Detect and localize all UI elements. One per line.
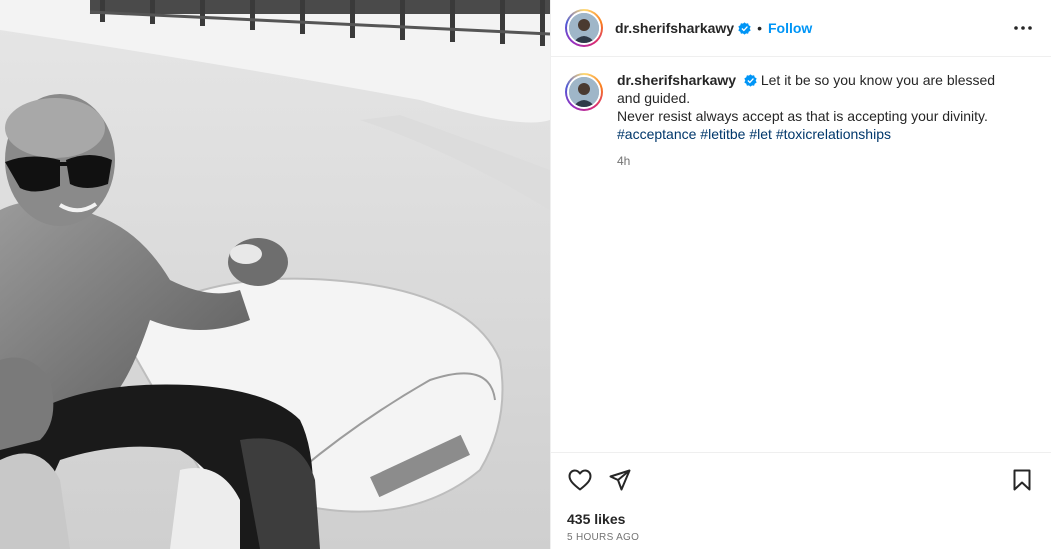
hashtag-link[interactable]: #toxicrelationships — [776, 126, 891, 142]
author-avatar[interactable] — [565, 9, 603, 47]
bookmark-icon[interactable] — [1009, 467, 1035, 493]
hashtag-link[interactable]: #letitbe — [700, 126, 745, 142]
follow-button[interactable]: Follow — [768, 20, 812, 36]
post-header: dr.sherifsharkawy • Follow — [551, 0, 1051, 57]
instagram-post-modal: dr.sherifsharkawy • Follow dr.sherifshar… — [0, 0, 1051, 549]
paper-plane-icon[interactable] — [607, 467, 633, 493]
caption-text-block: dr.sherifsharkawy Let it be so you know … — [617, 71, 1017, 170]
verified-badge-icon — [738, 21, 751, 35]
hashtag-link[interactable]: #let — [749, 126, 772, 142]
hashtag-link[interactable]: #acceptance — [617, 126, 696, 142]
post-photo[interactable] — [0, 0, 550, 549]
caption-hashtags: #acceptance #letitbe #let #toxicrelation… — [617, 125, 1017, 143]
likes-count[interactable]: 435 likes — [567, 511, 1035, 527]
avatar-image — [567, 11, 601, 45]
caption-author-avatar[interactable] — [565, 73, 603, 111]
caption-line-2: Never resist always accept as that is ac… — [617, 108, 988, 124]
caption-username[interactable]: dr.sherifsharkawy — [617, 72, 736, 88]
more-options-icon[interactable] — [1011, 16, 1035, 40]
post-caption: dr.sherifsharkawy Let it be so you know … — [565, 71, 1035, 170]
beach-photo-image — [0, 0, 550, 549]
verified-badge-icon — [744, 73, 757, 87]
post-timestamp[interactable]: 5 HOURS AGO — [567, 532, 1035, 543]
post-details-panel: dr.sherifsharkawy • Follow dr.sherifshar… — [550, 0, 1051, 549]
action-bar — [567, 461, 1035, 499]
heart-icon[interactable] — [567, 467, 593, 493]
avatar-image — [567, 75, 601, 109]
author-username[interactable]: dr.sherifsharkawy — [615, 20, 734, 36]
caption-time-ago[interactable]: 4h — [617, 152, 1017, 170]
comments-section: dr.sherifsharkawy Let it be so you know … — [551, 57, 1051, 452]
post-actions-area: 435 likes 5 HOURS AGO — [551, 452, 1051, 549]
separator-dot: • — [757, 20, 762, 36]
